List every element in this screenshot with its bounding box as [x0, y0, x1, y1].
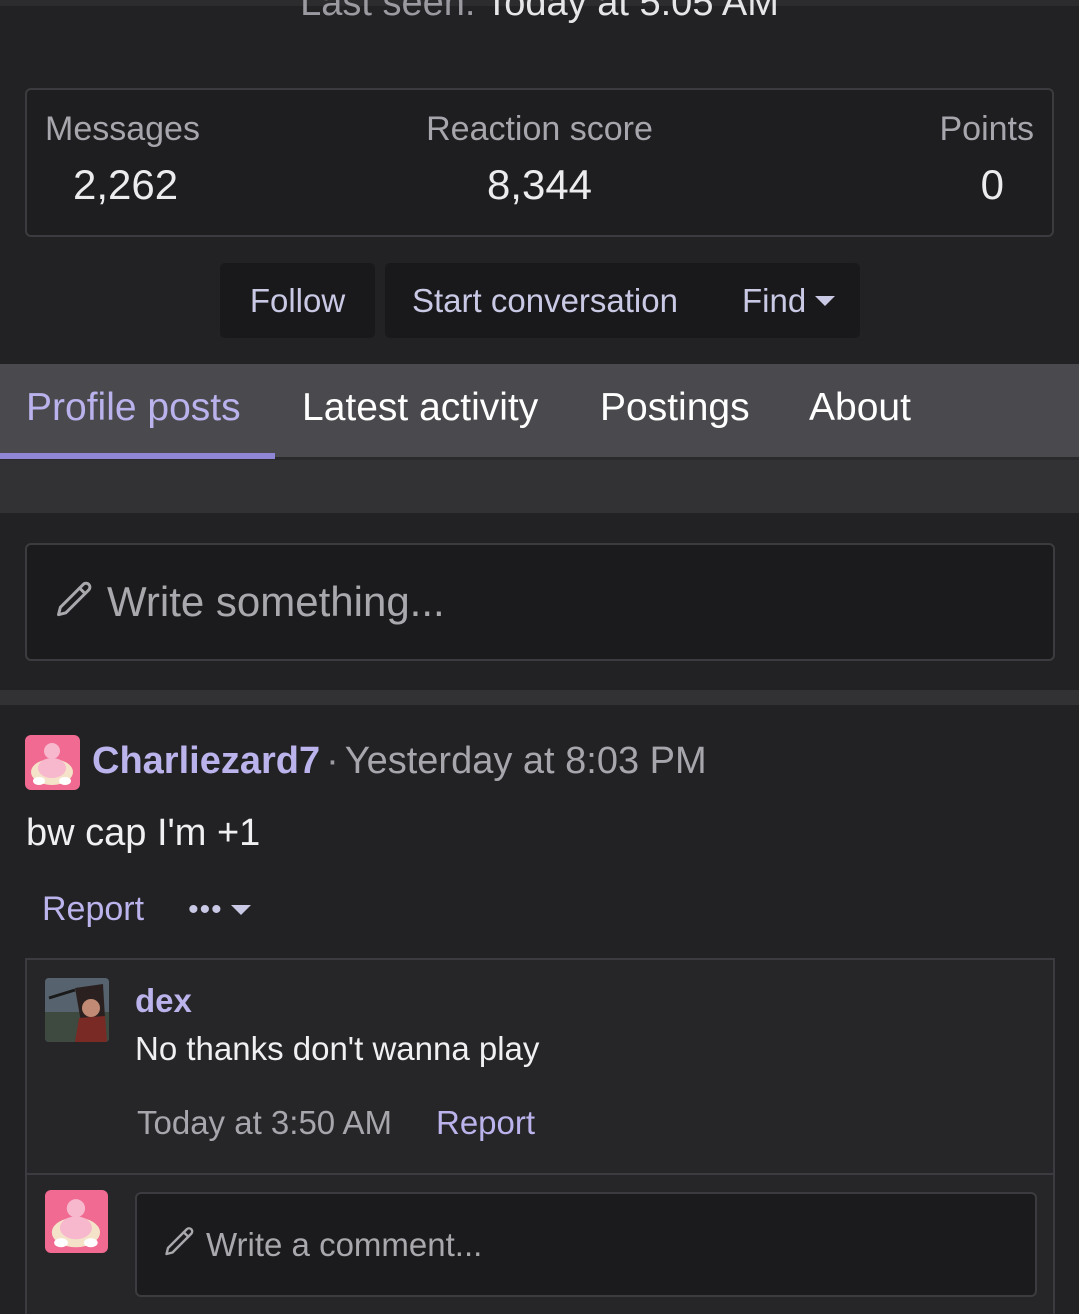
avatar[interactable] — [25, 735, 80, 790]
post-timestamp[interactable]: Yesterday at 8:03 PM — [345, 740, 707, 782]
comment-author[interactable]: dex — [135, 982, 192, 1020]
avatar[interactable] — [45, 978, 109, 1042]
pencil-icon — [53, 578, 97, 627]
section-divider — [0, 460, 1079, 513]
tab-latest-activity[interactable]: Latest activity — [302, 386, 538, 430]
report-button[interactable]: Report — [42, 890, 144, 929]
profile-post-composer[interactable]: Write something... — [25, 543, 1055, 661]
chevron-down-icon — [230, 904, 251, 915]
comment-meta: Today at 3:50 AM Report — [137, 1104, 535, 1142]
divider — [27, 1173, 1053, 1175]
avatar[interactable] — [45, 1190, 108, 1253]
last-seen: Last seen: Today at 5:05 AM — [0, 0, 1079, 25]
pencil-icon — [162, 1224, 198, 1265]
separator: · — [326, 740, 339, 782]
comment-placeholder: Write a comment... — [206, 1225, 483, 1263]
last-seen-value: Today at 5:05 AM — [485, 0, 779, 24]
slowpoke-avatar-icon — [31, 743, 73, 785]
tab-profile-posts[interactable]: Profile posts — [26, 386, 241, 430]
follow-button[interactable]: Follow — [220, 263, 375, 338]
comment-body: No thanks don't wanna play — [135, 1030, 540, 1067]
find-label: Find — [742, 281, 807, 319]
section-divider — [0, 690, 1079, 705]
more-options-button[interactable]: ••• — [188, 893, 251, 927]
last-seen-label: Last seen: — [300, 0, 476, 24]
stat-reaction-score[interactable]: Reaction score 8,344 — [27, 110, 1052, 209]
profile-action-group: Start conversation Find — [385, 263, 860, 338]
comment-report-button[interactable]: Report — [436, 1104, 535, 1142]
slowpoke-avatar-icon — [51, 1199, 100, 1248]
ellipsis-icon: ••• — [188, 892, 223, 926]
user-avatar-icon — [45, 978, 109, 1042]
profile-stats: Messages 2,262 Reaction score 8,344 Poin… — [25, 88, 1054, 237]
profile-page: Last seen: Today at 5:05 AM Messages 2,2… — [0, 0, 1079, 1314]
find-dropdown-button[interactable]: Find — [742, 281, 836, 320]
stat-points[interactable]: Points 0 — [940, 110, 1035, 209]
tab-postings[interactable]: Postings — [600, 386, 750, 430]
chevron-down-icon — [815, 295, 836, 306]
tab-about[interactable]: About — [809, 386, 911, 430]
post-actions: Report ••• — [42, 890, 251, 929]
start-conversation-button[interactable]: Start conversation — [385, 282, 678, 320]
stat-reaction-value: 8,344 — [486, 161, 593, 208]
profile-tabs: Profile posts Latest activity Postings A… — [0, 364, 1079, 460]
stat-points-value: 0 — [980, 161, 1004, 208]
comments-section: dex No thanks don't wanna play Today at … — [25, 958, 1055, 1314]
composer-placeholder: Write something... — [107, 578, 445, 625]
stat-points-label: Points — [939, 110, 1035, 148]
comment-timestamp[interactable]: Today at 3:50 AM — [137, 1104, 392, 1142]
post-body: bw cap I'm +1 — [26, 812, 261, 854]
active-tab-indicator — [0, 453, 275, 459]
stat-reaction-label: Reaction score — [426, 110, 653, 148]
post-header: Charliezard7 · Yesterday at 8:03 PM — [92, 740, 707, 783]
comment-input[interactable]: Write a comment... — [135, 1192, 1037, 1297]
post-author[interactable]: Charliezard7 — [92, 740, 320, 782]
